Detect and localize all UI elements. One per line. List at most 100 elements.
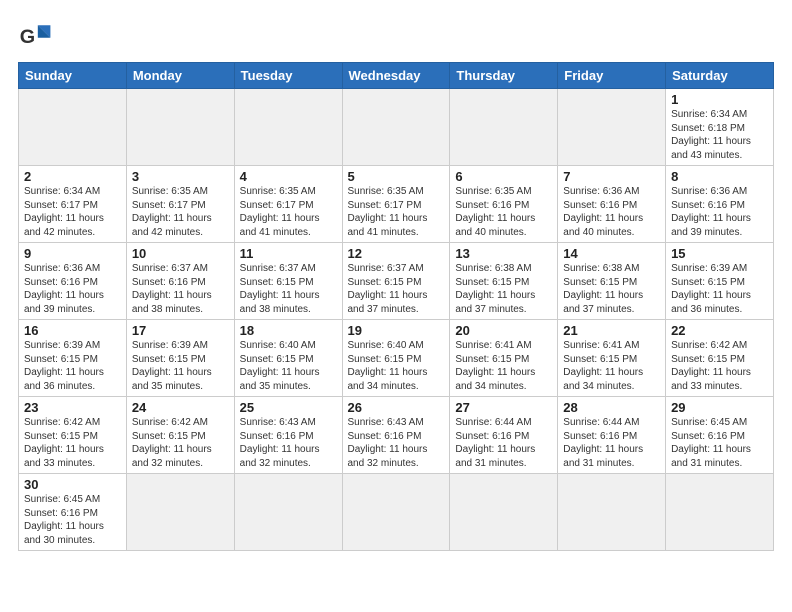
calendar-cell: 27Sunrise: 6:44 AM Sunset: 6:16 PM Dayli… bbox=[450, 397, 558, 474]
day-info: Sunrise: 6:35 AM Sunset: 6:17 PM Dayligh… bbox=[132, 185, 229, 239]
calendar-cell bbox=[342, 89, 450, 166]
calendar-cell: 20Sunrise: 6:41 AM Sunset: 6:15 PM Dayli… bbox=[450, 320, 558, 397]
day-info: Sunrise: 6:37 AM Sunset: 6:15 PM Dayligh… bbox=[348, 262, 445, 316]
day-info: Sunrise: 6:38 AM Sunset: 6:15 PM Dayligh… bbox=[563, 262, 660, 316]
calendar-cell: 29Sunrise: 6:45 AM Sunset: 6:16 PM Dayli… bbox=[666, 397, 774, 474]
day-number: 20 bbox=[455, 323, 552, 338]
header: G bbox=[18, 18, 774, 54]
calendar-cell: 4Sunrise: 6:35 AM Sunset: 6:17 PM Daylig… bbox=[234, 166, 342, 243]
calendar-cell: 10Sunrise: 6:37 AM Sunset: 6:16 PM Dayli… bbox=[126, 243, 234, 320]
calendar-cell: 3Sunrise: 6:35 AM Sunset: 6:17 PM Daylig… bbox=[126, 166, 234, 243]
day-info: Sunrise: 6:39 AM Sunset: 6:15 PM Dayligh… bbox=[671, 262, 768, 316]
calendar-cell: 15Sunrise: 6:39 AM Sunset: 6:15 PM Dayli… bbox=[666, 243, 774, 320]
week-row-5: 30Sunrise: 6:45 AM Sunset: 6:16 PM Dayli… bbox=[19, 474, 774, 551]
week-row-1: 2Sunrise: 6:34 AM Sunset: 6:17 PM Daylig… bbox=[19, 166, 774, 243]
calendar-cell: 9Sunrise: 6:36 AM Sunset: 6:16 PM Daylig… bbox=[19, 243, 127, 320]
calendar-cell: 18Sunrise: 6:40 AM Sunset: 6:15 PM Dayli… bbox=[234, 320, 342, 397]
day-info: Sunrise: 6:36 AM Sunset: 6:16 PM Dayligh… bbox=[671, 185, 768, 239]
day-number: 16 bbox=[24, 323, 121, 338]
day-number: 21 bbox=[563, 323, 660, 338]
day-info: Sunrise: 6:39 AM Sunset: 6:15 PM Dayligh… bbox=[24, 339, 121, 393]
weekday-header-saturday: Saturday bbox=[666, 63, 774, 89]
day-number: 13 bbox=[455, 246, 552, 261]
calendar-cell: 1Sunrise: 6:34 AM Sunset: 6:18 PM Daylig… bbox=[666, 89, 774, 166]
calendar-cell: 16Sunrise: 6:39 AM Sunset: 6:15 PM Dayli… bbox=[19, 320, 127, 397]
calendar-cell: 5Sunrise: 6:35 AM Sunset: 6:17 PM Daylig… bbox=[342, 166, 450, 243]
calendar-cell: 11Sunrise: 6:37 AM Sunset: 6:15 PM Dayli… bbox=[234, 243, 342, 320]
calendar-cell: 8Sunrise: 6:36 AM Sunset: 6:16 PM Daylig… bbox=[666, 166, 774, 243]
calendar-cell bbox=[234, 89, 342, 166]
day-number: 22 bbox=[671, 323, 768, 338]
day-info: Sunrise: 6:35 AM Sunset: 6:17 PM Dayligh… bbox=[240, 185, 337, 239]
day-info: Sunrise: 6:40 AM Sunset: 6:15 PM Dayligh… bbox=[240, 339, 337, 393]
day-info: Sunrise: 6:35 AM Sunset: 6:16 PM Dayligh… bbox=[455, 185, 552, 239]
calendar-cell: 22Sunrise: 6:42 AM Sunset: 6:15 PM Dayli… bbox=[666, 320, 774, 397]
week-row-3: 16Sunrise: 6:39 AM Sunset: 6:15 PM Dayli… bbox=[19, 320, 774, 397]
calendar-cell: 17Sunrise: 6:39 AM Sunset: 6:15 PM Dayli… bbox=[126, 320, 234, 397]
weekday-header-wednesday: Wednesday bbox=[342, 63, 450, 89]
calendar-cell: 12Sunrise: 6:37 AM Sunset: 6:15 PM Dayli… bbox=[342, 243, 450, 320]
calendar-cell: 7Sunrise: 6:36 AM Sunset: 6:16 PM Daylig… bbox=[558, 166, 666, 243]
day-info: Sunrise: 6:36 AM Sunset: 6:16 PM Dayligh… bbox=[563, 185, 660, 239]
day-number: 24 bbox=[132, 400, 229, 415]
calendar-cell bbox=[558, 474, 666, 551]
calendar: SundayMondayTuesdayWednesdayThursdayFrid… bbox=[18, 62, 774, 551]
day-info: Sunrise: 6:38 AM Sunset: 6:15 PM Dayligh… bbox=[455, 262, 552, 316]
day-info: Sunrise: 6:44 AM Sunset: 6:16 PM Dayligh… bbox=[563, 416, 660, 470]
svg-text:G: G bbox=[20, 26, 35, 48]
calendar-cell bbox=[450, 474, 558, 551]
calendar-cell bbox=[666, 474, 774, 551]
calendar-cell: 21Sunrise: 6:41 AM Sunset: 6:15 PM Dayli… bbox=[558, 320, 666, 397]
day-number: 12 bbox=[348, 246, 445, 261]
day-number: 3 bbox=[132, 169, 229, 184]
weekday-header-tuesday: Tuesday bbox=[234, 63, 342, 89]
day-number: 26 bbox=[348, 400, 445, 415]
week-row-0: 1Sunrise: 6:34 AM Sunset: 6:18 PM Daylig… bbox=[19, 89, 774, 166]
day-number: 29 bbox=[671, 400, 768, 415]
calendar-cell: 6Sunrise: 6:35 AM Sunset: 6:16 PM Daylig… bbox=[450, 166, 558, 243]
logo-icon: G bbox=[18, 18, 54, 54]
day-info: Sunrise: 6:44 AM Sunset: 6:16 PM Dayligh… bbox=[455, 416, 552, 470]
day-info: Sunrise: 6:42 AM Sunset: 6:15 PM Dayligh… bbox=[132, 416, 229, 470]
weekday-header-thursday: Thursday bbox=[450, 63, 558, 89]
day-info: Sunrise: 6:45 AM Sunset: 6:16 PM Dayligh… bbox=[24, 493, 121, 547]
day-number: 9 bbox=[24, 246, 121, 261]
weekday-header-sunday: Sunday bbox=[19, 63, 127, 89]
calendar-cell: 19Sunrise: 6:40 AM Sunset: 6:15 PM Dayli… bbox=[342, 320, 450, 397]
day-info: Sunrise: 6:37 AM Sunset: 6:16 PM Dayligh… bbox=[132, 262, 229, 316]
day-number: 6 bbox=[455, 169, 552, 184]
calendar-cell bbox=[342, 474, 450, 551]
calendar-cell bbox=[558, 89, 666, 166]
day-number: 30 bbox=[24, 477, 121, 492]
day-info: Sunrise: 6:43 AM Sunset: 6:16 PM Dayligh… bbox=[240, 416, 337, 470]
calendar-cell: 14Sunrise: 6:38 AM Sunset: 6:15 PM Dayli… bbox=[558, 243, 666, 320]
day-number: 1 bbox=[671, 92, 768, 107]
day-info: Sunrise: 6:41 AM Sunset: 6:15 PM Dayligh… bbox=[455, 339, 552, 393]
weekday-header-row: SundayMondayTuesdayWednesdayThursdayFrid… bbox=[19, 63, 774, 89]
calendar-cell: 25Sunrise: 6:43 AM Sunset: 6:16 PM Dayli… bbox=[234, 397, 342, 474]
calendar-cell bbox=[19, 89, 127, 166]
calendar-cell: 2Sunrise: 6:34 AM Sunset: 6:17 PM Daylig… bbox=[19, 166, 127, 243]
weekday-header-friday: Friday bbox=[558, 63, 666, 89]
day-number: 2 bbox=[24, 169, 121, 184]
week-row-2: 9Sunrise: 6:36 AM Sunset: 6:16 PM Daylig… bbox=[19, 243, 774, 320]
page: G SundayMondayTuesdayWednesdayThursdayFr… bbox=[0, 0, 792, 561]
day-number: 17 bbox=[132, 323, 229, 338]
calendar-cell: 28Sunrise: 6:44 AM Sunset: 6:16 PM Dayli… bbox=[558, 397, 666, 474]
day-number: 14 bbox=[563, 246, 660, 261]
day-info: Sunrise: 6:36 AM Sunset: 6:16 PM Dayligh… bbox=[24, 262, 121, 316]
logo: G bbox=[18, 18, 58, 54]
day-number: 10 bbox=[132, 246, 229, 261]
calendar-cell bbox=[450, 89, 558, 166]
day-number: 27 bbox=[455, 400, 552, 415]
day-info: Sunrise: 6:39 AM Sunset: 6:15 PM Dayligh… bbox=[132, 339, 229, 393]
calendar-cell: 23Sunrise: 6:42 AM Sunset: 6:15 PM Dayli… bbox=[19, 397, 127, 474]
day-info: Sunrise: 6:40 AM Sunset: 6:15 PM Dayligh… bbox=[348, 339, 445, 393]
calendar-cell: 24Sunrise: 6:42 AM Sunset: 6:15 PM Dayli… bbox=[126, 397, 234, 474]
day-number: 8 bbox=[671, 169, 768, 184]
weekday-header-monday: Monday bbox=[126, 63, 234, 89]
day-info: Sunrise: 6:34 AM Sunset: 6:18 PM Dayligh… bbox=[671, 108, 768, 162]
calendar-cell bbox=[126, 474, 234, 551]
day-number: 23 bbox=[24, 400, 121, 415]
day-number: 7 bbox=[563, 169, 660, 184]
